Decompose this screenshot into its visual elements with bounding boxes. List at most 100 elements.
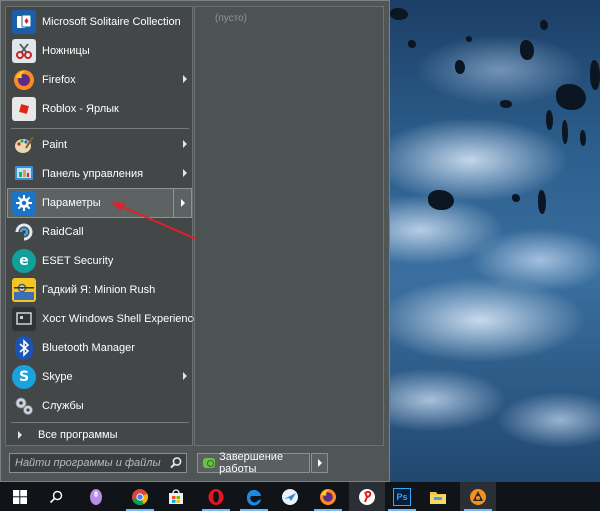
taskbar-search-button[interactable] <box>38 482 74 511</box>
taskbar-store[interactable] <box>158 482 194 511</box>
taskbar-app[interactable] <box>460 482 496 511</box>
airplane-app-icon <box>282 488 298 505</box>
chevron-right-icon[interactable] <box>183 169 187 177</box>
menu-item-minion-rush[interactable]: Гадкий Я: Minion Rush <box>8 276 191 304</box>
search-box <box>9 453 187 473</box>
search-icon[interactable] <box>169 456 183 470</box>
all-programs-label: Все программы <box>38 429 118 441</box>
wallpaper-rock <box>512 194 520 202</box>
wallpaper-rock <box>520 40 534 60</box>
menu-item-skype[interactable]: S Skype <box>8 363 191 391</box>
menu-item-control-panel[interactable]: Панель управления <box>8 160 191 188</box>
taskbar-opera[interactable] <box>198 482 234 511</box>
wallpaper-rock <box>466 36 472 42</box>
taskbar: Ps <box>0 482 600 511</box>
opera-icon <box>208 488 224 505</box>
solitaire-icon <box>12 10 36 34</box>
eset-icon: e <box>12 249 36 273</box>
menu-item-snipping-tool[interactable]: Ножницы <box>8 37 191 65</box>
shell-experience-icon <box>12 307 36 331</box>
wallpaper-rock <box>500 100 512 108</box>
menu-item-solitaire[interactable]: Microsoft Solitaire Collection <box>8 8 191 36</box>
empty-list-label: (пусто) <box>215 13 247 24</box>
all-programs-button[interactable]: Все программы <box>8 425 191 445</box>
chevron-right-icon[interactable] <box>183 372 187 380</box>
power-icon <box>203 458 216 468</box>
taskbar-cortana[interactable] <box>78 482 114 511</box>
menu-item-label: Гадкий Я: Minion Rush <box>42 284 156 296</box>
menu-item-label: ESET Security <box>42 255 114 267</box>
shutdown-button[interactable]: Завершение работы <box>197 451 310 475</box>
control-panel-icon <box>12 162 36 186</box>
wallpaper-rock <box>390 8 408 20</box>
wallpaper-rock <box>590 60 600 90</box>
taskbar-file-explorer[interactable] <box>420 482 456 511</box>
file-explorer-icon <box>430 491 446 504</box>
menu-item-label: Bluetooth Manager <box>42 342 135 354</box>
menu-item-bluetooth[interactable]: Bluetooth Manager <box>8 334 191 362</box>
raidcall-icon <box>12 220 36 244</box>
menu-item-label: Ножницы <box>42 45 90 57</box>
wallpaper-rock <box>546 110 553 130</box>
menu-item-label: Firefox <box>42 74 76 86</box>
yandex-icon <box>359 488 375 505</box>
wallpaper-rock <box>556 84 586 110</box>
services-icon <box>12 394 36 418</box>
start-button[interactable] <box>2 482 38 511</box>
wallpaper-rock <box>580 130 586 146</box>
shutdown-options-button[interactable] <box>311 453 328 473</box>
store-icon <box>169 488 183 504</box>
menu-item-label: RaidCall <box>42 226 84 238</box>
chrome-icon <box>132 488 148 505</box>
shutdown-label: Завершение работы <box>219 451 284 475</box>
app-icon <box>470 488 486 505</box>
menu-item-firefox[interactable]: Firefox <box>8 66 191 94</box>
minion-rush-icon <box>12 278 36 302</box>
firefox-icon <box>12 68 36 92</box>
scissors-icon <box>12 39 36 63</box>
menu-item-label: Службы <box>42 400 84 412</box>
search-icon <box>49 490 63 503</box>
taskbar-firefox[interactable] <box>310 482 346 511</box>
wallpaper-rock <box>540 20 548 30</box>
search-input[interactable] <box>10 454 166 472</box>
firefox-icon <box>320 488 336 505</box>
menu-separator <box>11 422 189 423</box>
edge-icon <box>246 489 261 506</box>
taskbar-yandex[interactable] <box>349 482 385 511</box>
menu-separator <box>11 128 189 129</box>
menu-item-label: Microsoft Solitaire Collection <box>42 16 181 28</box>
menu-item-eset[interactable]: e ESET Security <box>8 247 191 275</box>
chevron-right-icon[interactable] <box>183 140 187 148</box>
menu-item-label: Skype <box>42 371 73 383</box>
taskbar-chrome[interactable] <box>122 482 158 511</box>
paint-icon <box>12 133 36 157</box>
wallpaper-rock <box>455 60 465 74</box>
gear-icon <box>12 191 36 215</box>
menu-item-services[interactable]: Службы <box>8 392 191 420</box>
menu-item-label: Параметры <box>42 197 101 209</box>
chevron-right-icon <box>18 431 22 439</box>
menu-item-label: Roblox - Ярлык <box>42 103 119 115</box>
menu-item-roblox[interactable]: Roblox - Ярлык <box>8 95 191 123</box>
wallpaper-rock <box>562 120 568 144</box>
wallpaper-rock <box>408 40 416 48</box>
menu-item-label: Панель управления <box>42 168 144 180</box>
wallpaper-rock <box>428 190 454 210</box>
places-pane: (пусто) <box>194 6 384 446</box>
roblox-icon <box>12 97 36 121</box>
menu-item-label: Paint <box>42 139 68 151</box>
windows-start-icon <box>13 489 27 504</box>
chevron-right-icon[interactable] <box>183 75 187 83</box>
taskbar-edge[interactable] <box>236 482 272 511</box>
menu-item-paint[interactable]: Paint <box>8 131 191 159</box>
skype-icon: S <box>12 365 36 389</box>
taskbar-airplane-app[interactable] <box>272 482 308 511</box>
annotation-arrow <box>112 202 197 240</box>
taskbar-photoshop[interactable]: Ps <box>384 482 420 511</box>
menu-item-shell-experience[interactable]: Хост Windows Shell Experience <box>8 305 199 333</box>
bluetooth-icon <box>15 336 33 360</box>
photoshop-icon: Ps <box>393 487 411 506</box>
menu-item-label: Хост Windows Shell Experience <box>42 313 200 325</box>
cortana-icon <box>90 488 102 505</box>
